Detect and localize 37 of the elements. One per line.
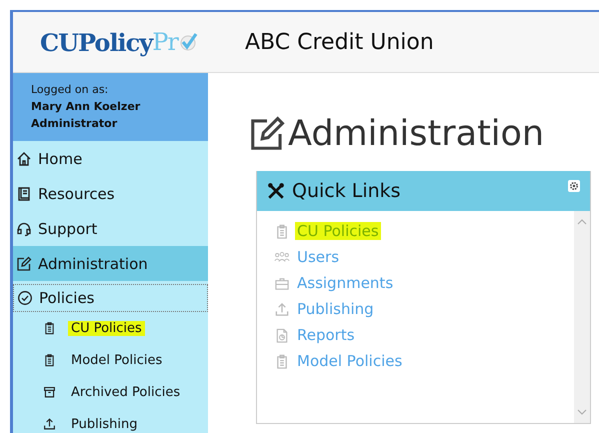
subnav-item[interactable]: Model Policies xyxy=(13,344,208,376)
subnav-item[interactable]: Archived Policies xyxy=(13,376,208,408)
clipboard-icon xyxy=(274,224,290,238)
scroll-down-icon[interactable] xyxy=(577,409,587,415)
check-circle-icon xyxy=(17,290,33,306)
edit-icon xyxy=(16,256,32,272)
subnav-item[interactable]: Publishing xyxy=(13,408,208,433)
nav-item[interactable]: Policies xyxy=(13,284,208,312)
user-name: Mary Ann Koelzer xyxy=(31,99,142,115)
upload-icon xyxy=(274,302,290,316)
clipboard-icon xyxy=(274,354,290,368)
upload-icon xyxy=(43,417,56,431)
subnav-item[interactable]: CU Policies xyxy=(13,312,208,344)
briefcase-icon xyxy=(274,276,290,290)
headset-icon xyxy=(16,220,32,236)
page-title: Administration xyxy=(288,114,544,154)
scrollbar[interactable] xyxy=(574,211,590,423)
tools-icon xyxy=(267,182,285,200)
scroll-up-icon[interactable] xyxy=(577,219,587,225)
clipboard-icon xyxy=(43,321,56,335)
nav-item[interactable]: Administration xyxy=(13,246,208,281)
user-role: Administrator xyxy=(31,116,118,132)
book-icon xyxy=(16,186,32,202)
report-icon xyxy=(274,328,290,342)
nav-item[interactable]: Support xyxy=(13,211,208,246)
organization-title: ABC Credit Union xyxy=(245,30,434,54)
logo[interactable]: CUPolicyPr xyxy=(40,28,230,56)
settings-icon[interactable] xyxy=(568,180,580,192)
clipboard-icon xyxy=(43,353,56,367)
users-icon xyxy=(274,250,290,264)
archive-icon xyxy=(43,385,56,399)
home-icon xyxy=(16,150,32,166)
logged-on-label: Logged on as: xyxy=(31,82,110,98)
nav-item[interactable]: Home xyxy=(13,141,208,176)
nav-item[interactable]: Resources xyxy=(13,176,208,211)
panel-title: Quick Links xyxy=(292,180,401,202)
edit-icon xyxy=(248,115,286,153)
